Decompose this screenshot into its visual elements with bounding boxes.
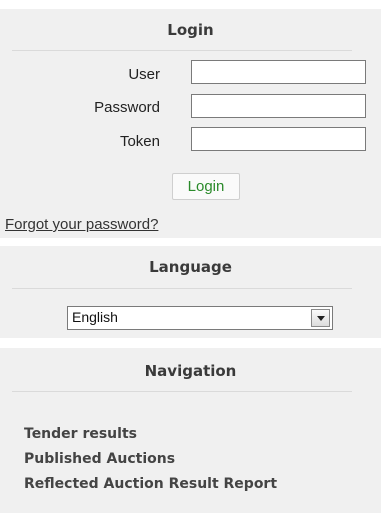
nav-item-tender-results[interactable]: Tender results: [24, 426, 137, 442]
navigation-panel: Navigation Tender results Published Auct…: [0, 348, 381, 513]
language-divider: [12, 288, 352, 289]
login-panel: Login User Password Token Login Forgot y…: [0, 9, 381, 238]
forgot-password-link[interactable]: Forgot your password?: [5, 216, 158, 233]
language-select[interactable]: English: [67, 306, 333, 330]
password-label: Password: [94, 99, 160, 116]
nav-item-reflected-auction-result-report[interactable]: Reflected Auction Result Report: [24, 476, 277, 492]
login-button[interactable]: Login: [172, 173, 240, 200]
nav-item-published-auctions[interactable]: Published Auctions: [24, 451, 175, 467]
language-panel-title: Language: [149, 258, 232, 276]
chevron-down-icon[interactable]: [311, 309, 330, 327]
login-divider: [12, 50, 352, 51]
language-panel: Language English: [0, 246, 381, 338]
user-input[interactable]: [191, 60, 366, 84]
login-panel-title: Login: [167, 21, 214, 39]
navigation-divider: [12, 391, 352, 392]
navigation-panel-title: Navigation: [144, 362, 237, 380]
user-label: User: [128, 66, 160, 83]
token-label: Token: [119, 133, 160, 150]
password-input[interactable]: [191, 94, 366, 118]
token-input[interactable]: [191, 127, 366, 151]
language-select-value: English: [72, 309, 118, 325]
